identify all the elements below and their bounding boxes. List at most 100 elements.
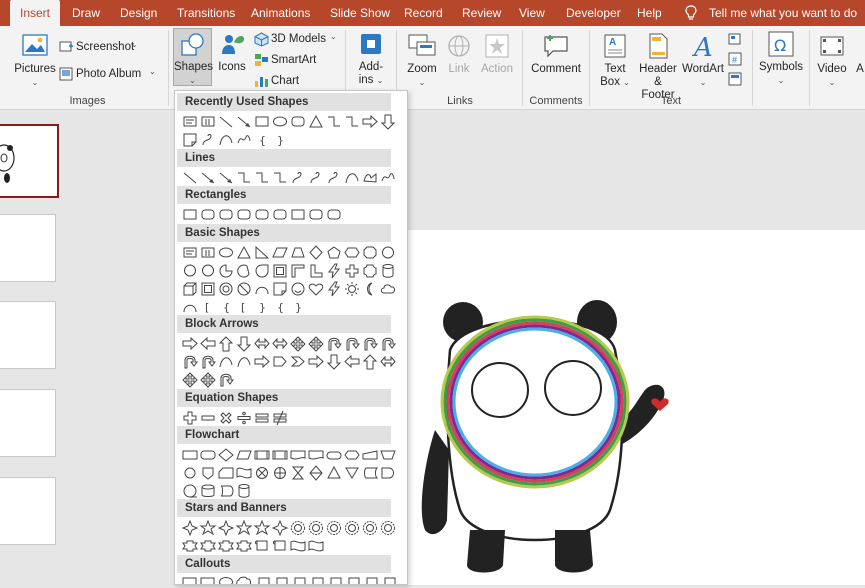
shape-tri-icon[interactable] (307, 113, 325, 130)
shape-arrowl-icon[interactable] (235, 113, 253, 130)
shape-squig-icon[interactable] (307, 169, 325, 186)
tab-help[interactable]: Help (637, 0, 662, 26)
shape-oct-icon[interactable] (361, 244, 379, 261)
pictures-button[interactable]: Pictures ⌄ (14, 32, 56, 89)
shape-squig-icon[interactable] (289, 169, 307, 186)
action-button[interactable]: Action (478, 32, 516, 76)
panda-illustration[interactable] (405, 230, 865, 585)
shape-banner-icon[interactable] (235, 537, 253, 554)
shape-seqA-icon[interactable] (181, 482, 199, 499)
shape-bracer-icon[interactable]: } (271, 131, 289, 148)
shape-trap-icon[interactable] (289, 244, 307, 261)
shape-fold-icon[interactable] (271, 280, 289, 297)
shape-arrLR-icon[interactable] (271, 335, 289, 352)
shape-circ-icon[interactable] (181, 262, 199, 279)
shape-brace-icon[interactable]: { (217, 298, 235, 315)
shape-sumJ-icon[interactable] (253, 464, 271, 481)
shape-curve-icon[interactable] (217, 131, 235, 148)
shape-bracer-icon[interactable]: } (253, 298, 271, 315)
audio-button[interactable]: A (854, 63, 865, 76)
shape-pred-icon[interactable] (253, 446, 271, 463)
shape-uturn-icon[interactable] (217, 371, 235, 388)
shape-scrib-icon[interactable] (235, 131, 253, 148)
zoom-button[interactable]: Zoom ⌄ (403, 32, 441, 89)
shape-arrowl-icon[interactable] (217, 169, 235, 186)
shape-tboxv-icon[interactable] (199, 113, 217, 130)
shape-bracer-icon[interactable]: } (289, 298, 307, 315)
header-footer-button[interactable]: Header & Footer (636, 32, 680, 102)
shape-rrect-icon[interactable] (235, 206, 253, 223)
shape-data-icon[interactable] (235, 446, 253, 463)
shape-scroll-icon[interactable] (271, 537, 289, 554)
shape-arrL-icon[interactable] (199, 335, 217, 352)
shape-star5-icon[interactable] (235, 519, 253, 536)
shape-circ-icon[interactable] (379, 244, 397, 261)
tab-view[interactable]: View (519, 0, 545, 26)
shape-curve-icon[interactable] (343, 169, 361, 186)
shape-brack-icon[interactable]: [ (199, 298, 217, 315)
shape-lineC-icon[interactable] (271, 575, 289, 585)
shape-offp-icon[interactable] (199, 464, 217, 481)
tab-record[interactable]: Record (404, 0, 443, 26)
icons-button[interactable]: Icons (214, 30, 250, 74)
shape-rrect-icon[interactable] (307, 206, 325, 223)
shape-altP-icon[interactable] (199, 446, 217, 463)
shape-para-icon[interactable] (271, 244, 289, 261)
shape-lineC-icon[interactable] (253, 575, 271, 585)
shape-div-icon[interactable] (235, 409, 253, 426)
shape-seal-icon[interactable] (343, 519, 361, 536)
shape-seal-icon[interactable] (361, 519, 379, 536)
shape-manOp-icon[interactable] (379, 446, 397, 463)
shape-rect-icon[interactable] (289, 206, 307, 223)
shape-uturn-icon[interactable] (199, 353, 217, 370)
shape-arrD-icon[interactable] (379, 113, 397, 130)
shape-uturn-icon[interactable] (325, 335, 343, 352)
shape-donut-icon[interactable] (217, 280, 235, 297)
shape-banner-icon[interactable] (217, 537, 235, 554)
shape-star4-icon[interactable] (181, 519, 199, 536)
shape-callO-icon[interactable] (217, 575, 235, 585)
shape-elbow-icon[interactable] (271, 169, 289, 186)
shape-halfF-icon[interactable] (289, 262, 307, 279)
shape-arrU-icon[interactable] (361, 353, 379, 370)
shape-lineC-icon[interactable] (379, 575, 397, 585)
shape-brace-icon[interactable]: { (253, 131, 271, 148)
shape-smile-icon[interactable] (289, 280, 307, 297)
shape-arrR-icon[interactable] (181, 335, 199, 352)
shape-lineC-icon[interactable] (343, 575, 361, 585)
shape-eq-icon[interactable] (253, 409, 271, 426)
tab-review[interactable]: Review (462, 0, 501, 26)
tab-insert[interactable]: Insert (10, 0, 60, 26)
shape-doc-icon[interactable] (289, 446, 307, 463)
tab-developer[interactable]: Developer (566, 0, 621, 26)
shape-term-icon[interactable] (325, 446, 343, 463)
shape-scrib-icon[interactable] (379, 169, 397, 186)
shape-seal-icon[interactable] (325, 519, 343, 536)
shape-plaque-icon[interactable] (361, 262, 379, 279)
video-button[interactable]: Video ⌄ (814, 32, 850, 89)
shape-arrL-icon[interactable] (343, 353, 361, 370)
shape-lineC-icon[interactable] (325, 575, 343, 585)
shape-doc-icon[interactable] (307, 446, 325, 463)
symbols-button[interactable]: Ω Symbols ⌄ (758, 30, 804, 87)
shape-chord-icon[interactable] (235, 262, 253, 279)
chart-button[interactable]: Chart (254, 72, 334, 90)
shape-callR-icon[interactable] (181, 575, 199, 585)
shape-arrowl-icon[interactable] (199, 169, 217, 186)
shape-store-icon[interactable] (361, 464, 379, 481)
shape-pie-icon[interactable] (217, 262, 235, 279)
shape-quad-icon[interactable] (181, 371, 199, 388)
shapes-button[interactable]: Shapes ⌄ (173, 28, 213, 86)
shape-mult-icon[interactable] (217, 409, 235, 426)
shape-bolt-icon[interactable] (325, 262, 343, 279)
shape-arrR-icon[interactable] (253, 353, 271, 370)
shape-star4-icon[interactable] (271, 519, 289, 536)
shape-squig-icon[interactable] (199, 131, 217, 148)
shape-sun-icon[interactable] (343, 280, 361, 297)
shape-arrLR-icon[interactable] (253, 335, 271, 352)
shape-tri-icon[interactable] (235, 244, 253, 261)
shape-circ-icon[interactable] (199, 262, 217, 279)
tab-draw[interactable]: Draw (72, 0, 100, 26)
shape-elbow-icon[interactable] (235, 169, 253, 186)
shape-neq-icon[interactable] (271, 409, 289, 426)
